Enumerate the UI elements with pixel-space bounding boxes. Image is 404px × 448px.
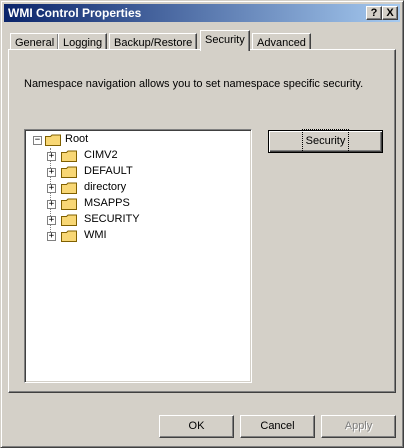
- folder-icon: [61, 198, 77, 210]
- dialog-window: WMI Control Properties ? X General Loggi…: [0, 0, 404, 448]
- expand-icon[interactable]: +: [47, 152, 56, 161]
- ok-button-label: OK: [188, 420, 205, 432]
- security-tab-panel: Namespace navigation allows you to set n…: [8, 49, 396, 393]
- security-button-label: Security: [301, 129, 350, 153]
- namespace-tree[interactable]: − Root + CIMV2 + DEFAULT + directory + M…: [24, 129, 252, 383]
- expand-icon[interactable]: +: [47, 168, 56, 177]
- expand-icon[interactable]: +: [47, 184, 56, 193]
- folder-icon: [61, 230, 77, 242]
- help-button[interactable]: ?: [366, 6, 382, 20]
- folder-icon: [61, 182, 77, 194]
- folder-icon: [61, 214, 77, 226]
- tree-node-directory[interactable]: + directory: [47, 181, 237, 197]
- expand-icon[interactable]: +: [47, 200, 56, 209]
- tree-node-default[interactable]: + DEFAULT: [47, 165, 237, 181]
- tree-node-wmi[interactable]: + WMI: [47, 229, 237, 245]
- tree-node-root[interactable]: − Root: [33, 133, 233, 149]
- tree-node-label: DEFAULT: [84, 165, 133, 177]
- tree-node-label: SECURITY: [84, 213, 140, 225]
- close-button[interactable]: X: [382, 6, 398, 20]
- tree-node-msapps[interactable]: + MSAPPS: [47, 197, 237, 213]
- tree-node-security[interactable]: + SECURITY: [47, 213, 237, 229]
- security-button[interactable]: Security: [268, 129, 383, 153]
- tree-node-label: CIMV2: [84, 149, 118, 161]
- collapse-icon[interactable]: −: [33, 136, 42, 145]
- folder-icon: [61, 150, 77, 162]
- open-folder-icon: [45, 134, 61, 146]
- folder-icon: [61, 166, 77, 178]
- tab-security[interactable]: Security: [200, 30, 250, 51]
- expand-icon[interactable]: +: [47, 216, 56, 225]
- cancel-button[interactable]: Cancel: [240, 415, 315, 438]
- tree-node-label: WMI: [84, 229, 107, 241]
- tree-node-label: Root: [65, 133, 89, 145]
- ok-button[interactable]: OK: [159, 415, 234, 438]
- cancel-button-label: Cancel: [260, 420, 295, 432]
- tree-node-cimv2[interactable]: + CIMV2: [47, 149, 237, 165]
- title-bar[interactable]: WMI Control Properties ? X: [4, 4, 400, 22]
- description-text: Namespace navigation allows you to set n…: [24, 78, 364, 90]
- tree-node-label: directory: [84, 181, 127, 193]
- apply-button-label: Apply: [344, 420, 373, 432]
- tree-node-label: MSAPPS: [84, 197, 130, 209]
- window-title: WMI Control Properties: [8, 6, 142, 20]
- expand-icon[interactable]: +: [47, 232, 56, 241]
- apply-button[interactable]: Apply: [321, 415, 396, 438]
